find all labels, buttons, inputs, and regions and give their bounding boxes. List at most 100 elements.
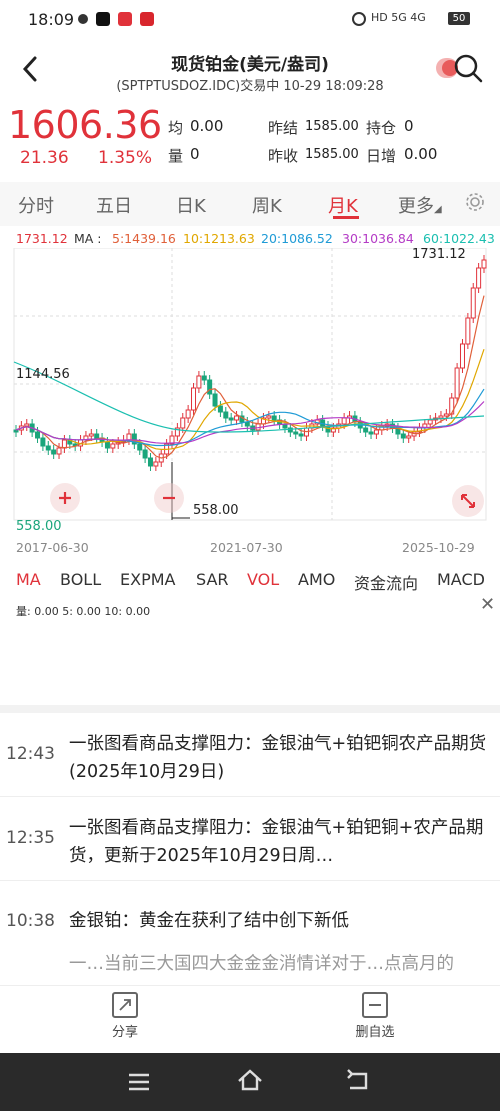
candlesticks (13, 255, 487, 471)
tiktok-icon (96, 12, 110, 26)
news-title: 一张图看商品支撑阻力：金银油气+铂钯铜+农产品期货，更新于2025年10月29日… (69, 818, 484, 866)
candle-body (137, 443, 143, 451)
candle-body (266, 415, 272, 419)
candle-body (438, 415, 444, 419)
candle-body (363, 427, 369, 433)
mid-price-label: 1144.56 (16, 367, 70, 382)
system-nav-bar (0, 1053, 500, 1111)
indicator-ma[interactable]: MA (16, 570, 41, 589)
news-item[interactable]: 12:35 一张图看商品支撑阻力：金银油气+铂钯铜+农产品期货，更新于2025年… (0, 797, 500, 881)
expand-icon (461, 494, 475, 508)
tab-intraday[interactable]: 分时 (18, 192, 54, 218)
triangle-down-icon: ◢ (434, 204, 442, 215)
candle-body (191, 387, 197, 411)
share-button[interactable]: 分享 (110, 992, 140, 1040)
date-label-start: 2017-06-30 (16, 540, 89, 555)
candle-body (196, 375, 202, 389)
volume-label: 量 (168, 147, 184, 165)
prev-close-value: 1585.00 (305, 147, 359, 162)
prev-settle-value: 1585.00 (305, 119, 359, 134)
status-bar: 18:09 HD 5G 4G 50 (0, 0, 500, 38)
news-title: 一张图看商品支撑阻力：金银油气+铂钯铜农产品期货(2025年10月29日) (69, 734, 487, 782)
news-time: 12:35 (6, 828, 55, 848)
candle-body (110, 443, 116, 449)
ma5-value: 5:1439.16 (112, 231, 176, 246)
search-icon (454, 54, 483, 83)
close-icon: ✕ (480, 594, 496, 615)
app-notify-icon (118, 12, 132, 26)
candle-body (94, 433, 100, 439)
candle-body (142, 449, 148, 459)
candle-body (341, 417, 347, 425)
candle-body (298, 433, 304, 437)
candle-body (476, 267, 482, 289)
indicator-expma[interactable]: EXPMA (120, 570, 175, 589)
candle-body (459, 343, 465, 369)
settings-button[interactable] (464, 191, 486, 217)
news-item[interactable]: 12:43 一张图看商品支撑阻力：金银油气+铂钯铜农产品期货(2025年10月2… (0, 714, 500, 797)
menu-icon[interactable] (126, 1071, 152, 1093)
candle-body (201, 375, 207, 381)
indicator-boll[interactable]: BOLL (60, 570, 101, 589)
ma20-value: 20:1086.52 (261, 231, 333, 246)
plus-icon (59, 492, 71, 504)
fullscreen-button[interactable] (452, 485, 484, 517)
candle-body (13, 429, 19, 433)
indicator-macd[interactable]: MACD (437, 570, 485, 589)
candle-body (180, 417, 186, 429)
prev-settle-label: 昨结 (268, 119, 299, 137)
indicator-fund-flow[interactable]: 资金流向 (354, 570, 418, 594)
daily-inc-label: 日增 (366, 147, 397, 165)
indicator-amo[interactable]: AMO (298, 570, 335, 589)
tab-five-day[interactable]: 五日 (96, 192, 132, 218)
share-icon (112, 992, 138, 1018)
indicator-vol[interactable]: VOL (247, 570, 279, 589)
low-price-label: 558.00 (16, 519, 62, 534)
back-nav-icon[interactable] (346, 1069, 372, 1093)
remove-watchlist-button[interactable]: 删自选 (350, 992, 400, 1040)
tab-more-label: 更多 (398, 196, 434, 217)
ma30-value: 30:1036.84 (342, 231, 414, 246)
candle-body (56, 447, 62, 455)
news-item[interactable]: 一…当前三大国四大金金金消情详对于…点高月的 (0, 948, 500, 988)
zoom-in-button[interactable] (50, 483, 80, 513)
ma60-value: 60:1022.43 (423, 231, 495, 246)
candle-body (185, 409, 191, 419)
alarm-icon (352, 12, 366, 26)
candle-body (88, 433, 94, 437)
price-change: 21.36 (20, 148, 69, 168)
share-label: 分享 (111, 1025, 138, 1040)
tab-monthly-k[interactable]: 月K (328, 192, 358, 218)
current-price: 1606.36 (8, 103, 162, 147)
remove-label: 删自选 (355, 1025, 395, 1040)
tab-daily-k[interactable]: 日K (176, 192, 206, 218)
open-interest-label: 持仓 (366, 119, 397, 137)
bottom-action-bar: 分享 删自选 (0, 985, 500, 1054)
prev-close-label: 昨收 (268, 147, 299, 165)
avg-value: 0.00 (190, 117, 224, 135)
candle-body (406, 435, 412, 439)
candle-body (24, 423, 30, 427)
candle-body (443, 413, 449, 417)
tab-weekly-k[interactable]: 周K (252, 192, 282, 218)
volume-readout: 量: 0.00 5: 0.00 10: 0.00 (16, 605, 151, 618)
candle-body (217, 405, 223, 413)
candle-body (40, 437, 46, 447)
tab-more[interactable]: 更多◢ (398, 192, 442, 218)
avg-label: 均 (168, 119, 184, 137)
network-indicators: HD 5G 4G (371, 11, 426, 24)
close-indicator-button[interactable]: ✕ (480, 594, 495, 615)
date-label-mid: 2021-07-30 (210, 540, 283, 555)
candle-body (35, 431, 41, 439)
indicator-sar[interactable]: SAR (196, 570, 229, 589)
remove-icon (362, 992, 388, 1018)
candle-body (481, 259, 487, 269)
home-icon[interactable] (236, 1067, 264, 1093)
candle-body (126, 433, 132, 441)
open-interest-value: 0 (404, 117, 414, 135)
minus-icon (163, 496, 175, 500)
search-button[interactable] (452, 52, 484, 84)
zoom-out-button[interactable] (154, 483, 184, 513)
low-point-marker: 558.00 (193, 503, 239, 518)
candle-body (207, 379, 213, 395)
